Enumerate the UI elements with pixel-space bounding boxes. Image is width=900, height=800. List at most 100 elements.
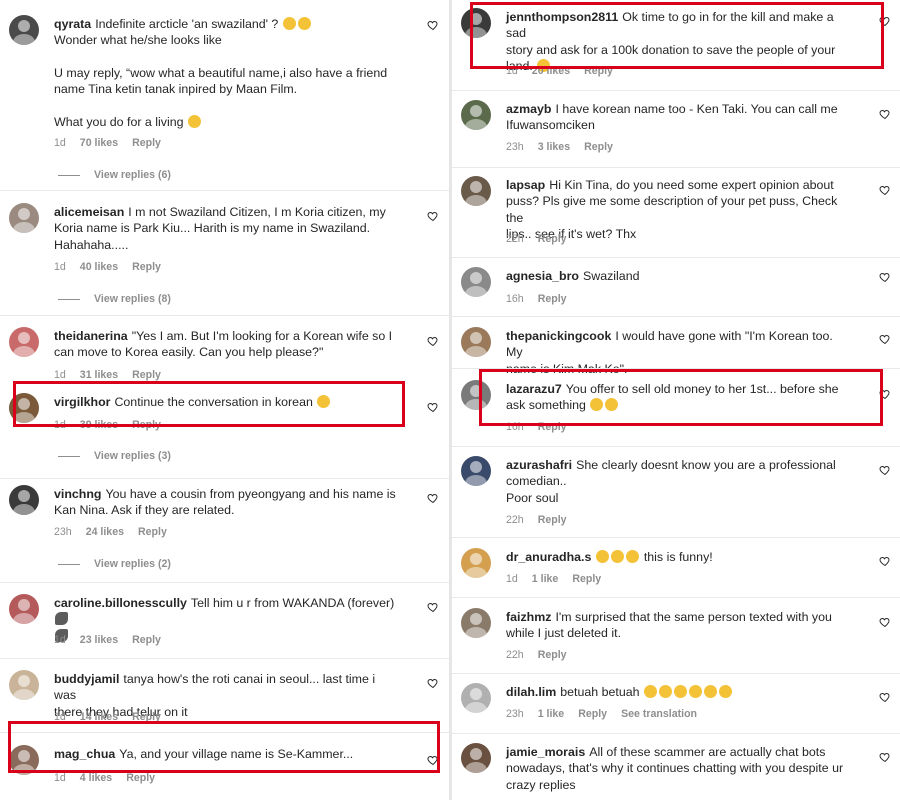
avatar[interactable]	[461, 100, 491, 130]
like-heart-icon[interactable]	[427, 491, 439, 504]
avatar[interactable]	[9, 485, 39, 515]
avatar[interactable]	[461, 683, 491, 713]
avatar[interactable]	[461, 327, 491, 357]
timestamp: 1d	[54, 772, 66, 784]
likes-count[interactable]: 23 likes	[80, 634, 118, 646]
like-heart-icon[interactable]	[879, 332, 891, 345]
laughing-emoji	[643, 685, 657, 698]
like-heart-icon[interactable]	[879, 463, 891, 476]
laughing-emoji	[611, 550, 625, 563]
avatar[interactable]	[461, 176, 491, 206]
avatar[interactable]	[461, 267, 491, 297]
view-replies-button[interactable]: View replies (2)	[58, 558, 171, 570]
username-link[interactable]: dilah.lim	[506, 685, 556, 699]
timestamp: 1d	[54, 137, 66, 149]
username-link[interactable]: jamie_morais	[506, 745, 585, 759]
like-heart-icon[interactable]	[427, 600, 439, 613]
comment-line: azmayb I have korean name too - Ken Taki.…	[506, 101, 851, 117]
comment-separator	[452, 90, 900, 91]
reply-button[interactable]: Reply	[132, 634, 161, 646]
username-link[interactable]: qyrata	[54, 17, 91, 31]
likes-count[interactable]: 3 likes	[538, 141, 570, 153]
reply-button[interactable]: Reply	[132, 369, 161, 381]
view-replies-dash	[58, 563, 80, 565]
avatar[interactable]	[461, 456, 491, 486]
reply-button[interactable]: Reply	[538, 649, 567, 661]
likes-count[interactable]: 1 like	[532, 573, 559, 585]
username-link[interactable]: lapsap	[506, 178, 545, 192]
likes-count[interactable]: 31 likes	[80, 369, 118, 381]
timestamp: 22h	[506, 233, 524, 245]
comment-separator	[452, 733, 900, 734]
avatar[interactable]	[461, 548, 491, 578]
comment-line-text: betuah betuah	[560, 685, 640, 699]
avatar-body-shape	[13, 613, 35, 624]
like-heart-icon[interactable]	[427, 18, 439, 31]
likes-count[interactable]: 40 likes	[80, 261, 118, 273]
comment-separator	[452, 257, 900, 258]
view-replies-button[interactable]: View replies (8)	[58, 293, 171, 305]
comment-line-text: She clearly doesnt know you are a profes…	[576, 458, 836, 472]
reply-button[interactable]: Reply	[572, 573, 601, 585]
username-link[interactable]: alicemeisan	[54, 205, 124, 219]
timestamp: 22h	[506, 649, 524, 661]
comment-separator	[452, 316, 900, 317]
username-link[interactable]: agnesia_bro	[506, 269, 579, 283]
avatar-head-shape	[18, 599, 30, 611]
reply-button[interactable]: Reply	[126, 772, 155, 784]
like-heart-icon[interactable]	[879, 750, 891, 763]
reply-button[interactable]: Reply	[132, 261, 161, 273]
likes-count[interactable]: 70 likes	[80, 137, 118, 149]
reply-button[interactable]: Reply	[538, 514, 567, 526]
like-heart-icon[interactable]	[427, 334, 439, 347]
username-link[interactable]: caroline.billonesscully	[54, 596, 187, 610]
like-heart-icon[interactable]	[427, 400, 439, 413]
like-heart-icon[interactable]	[427, 209, 439, 222]
like-heart-icon[interactable]	[879, 270, 891, 283]
username-link[interactable]: azurashafri	[506, 458, 572, 472]
like-heart-icon[interactable]	[879, 183, 891, 196]
comment-text: vinchng You have a cousin from pyeongyang…	[54, 486, 399, 519]
comment-text: alicemeisan I m not Swaziland Citizen, I …	[54, 204, 399, 253]
reply-button[interactable]: Reply	[584, 141, 613, 153]
like-heart-icon[interactable]	[879, 690, 891, 703]
avatar-head-shape	[470, 105, 482, 117]
username-link[interactable]: theidanerina	[54, 329, 128, 343]
username-link[interactable]: vinchng	[54, 487, 102, 501]
comment-separator	[0, 658, 450, 659]
avatar[interactable]	[9, 327, 39, 357]
avatar[interactable]	[9, 203, 39, 233]
username-link[interactable]: buddyjamil	[54, 672, 119, 686]
comment-line: thepanickingcook I would have gone with "…	[506, 328, 851, 361]
view-replies-button[interactable]: View replies (3)	[58, 450, 171, 462]
likes-count[interactable]: 24 likes	[86, 526, 124, 538]
comment-line: nowadays, that's why it continues chatti…	[506, 760, 851, 776]
like-heart-icon[interactable]	[879, 554, 891, 567]
avatar[interactable]	[461, 743, 491, 773]
like-heart-icon[interactable]	[879, 107, 891, 120]
view-replies-button[interactable]: View replies (6)	[58, 169, 171, 181]
username-link[interactable]: faizhmz	[506, 610, 551, 624]
likes-count[interactable]: 4 likes	[80, 772, 112, 784]
avatar[interactable]	[9, 15, 39, 45]
comment-line-text: Swaziland	[583, 269, 640, 283]
reply-button[interactable]: Reply	[132, 137, 161, 149]
avatar-head-shape	[18, 208, 30, 220]
avatar-body-shape	[13, 346, 35, 357]
username-link[interactable]: thepanickingcook	[506, 329, 611, 343]
reply-button[interactable]: Reply	[538, 293, 567, 305]
laughing-emoji	[718, 685, 732, 698]
avatar[interactable]	[9, 670, 39, 700]
reply-button[interactable]: Reply	[538, 233, 567, 245]
see-translation-button[interactable]: See translation	[621, 708, 697, 720]
reply-button[interactable]: Reply	[578, 708, 607, 720]
comment-separator	[0, 478, 450, 479]
avatar[interactable]	[9, 594, 39, 624]
username-link[interactable]: dr_anuradha.s	[506, 550, 591, 564]
like-heart-icon[interactable]	[427, 676, 439, 689]
likes-count[interactable]: 1 like	[538, 708, 565, 720]
like-heart-icon[interactable]	[879, 615, 891, 628]
reply-button[interactable]: Reply	[138, 526, 167, 538]
username-link[interactable]: azmayb	[506, 102, 551, 116]
avatar[interactable]	[461, 608, 491, 638]
